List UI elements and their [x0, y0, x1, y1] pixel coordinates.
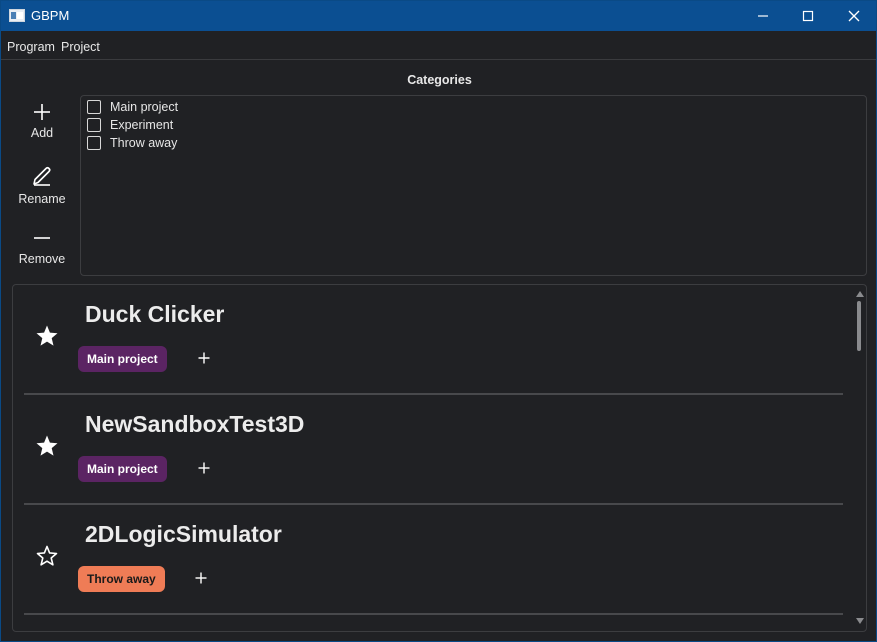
categories-header: Categories [407, 73, 472, 87]
scroll-thumb[interactable] [857, 301, 861, 351]
category-item-throw-away[interactable]: Throw away [87, 135, 177, 151]
project-card[interactable]: NewSandboxTest3D Main project [24, 395, 843, 505]
remove-label: Remove [18, 252, 66, 266]
category-label: Throw away [110, 136, 178, 150]
rename-label: Rename [18, 192, 66, 206]
minus-icon [34, 237, 50, 239]
remove-category-button[interactable]: Remove [11, 229, 73, 266]
add-tag-icon[interactable] [198, 352, 210, 364]
add-tag-icon[interactable] [198, 462, 210, 474]
plus-icon [34, 104, 50, 120]
scroll-down-arrow-icon[interactable] [856, 618, 864, 624]
minimize-button[interactable] [740, 1, 786, 31]
project-card[interactable]: 2DLogicSimulator Throw away [24, 505, 843, 615]
add-category-button[interactable]: Add [11, 103, 73, 140]
category-item-experiment[interactable]: Experiment [87, 117, 173, 133]
pencil-icon [33, 166, 51, 186]
project-title: 2DLogicSimulator [85, 521, 282, 547]
close-button[interactable] [831, 1, 877, 31]
card-divider [24, 613, 843, 615]
project-tag[interactable]: Main project [78, 456, 167, 482]
project-tag[interactable]: Main project [78, 346, 167, 372]
maximize-icon [802, 10, 814, 22]
rename-category-button[interactable]: Rename [11, 165, 73, 206]
star-filled-icon[interactable] [35, 434, 59, 458]
category-item-main-project[interactable]: Main project [87, 99, 178, 115]
scroll-up-arrow-icon[interactable] [856, 291, 864, 297]
category-checkbox[interactable] [87, 118, 101, 132]
category-checkbox[interactable] [87, 100, 101, 114]
add-label: Add [30, 126, 54, 140]
categories-list: Main project Experiment Throw away [80, 95, 867, 276]
category-checkbox[interactable] [87, 136, 101, 150]
window-title: GBPM [31, 8, 70, 23]
close-icon [848, 10, 860, 22]
menu-program[interactable]: Program [7, 40, 55, 54]
projects-list: Duck Clicker Main project NewSandboxTest… [12, 284, 867, 632]
project-title: NewSandboxTest3D [85, 411, 305, 437]
app-icon [9, 9, 25, 22]
star-filled-icon[interactable] [35, 324, 59, 348]
project-title: Duck Clicker [85, 301, 225, 327]
app-window: GBPM Program Project Categories Add Rena… [0, 0, 877, 642]
add-tag-icon[interactable] [195, 572, 207, 584]
category-label: Main project [110, 100, 179, 114]
star-outline-icon[interactable] [35, 544, 59, 568]
project-card[interactable]: Duck Clicker Main project [24, 285, 843, 395]
minimize-icon [758, 15, 768, 17]
maximize-button[interactable] [785, 1, 831, 31]
project-tag[interactable]: Throw away [78, 566, 165, 592]
menu-project[interactable]: Project [61, 40, 100, 54]
category-label: Experiment [110, 118, 174, 132]
title-bar[interactable]: GBPM [1, 1, 876, 31]
scrollbar[interactable] [853, 285, 866, 631]
menu-bar: Program Project [1, 31, 876, 60]
